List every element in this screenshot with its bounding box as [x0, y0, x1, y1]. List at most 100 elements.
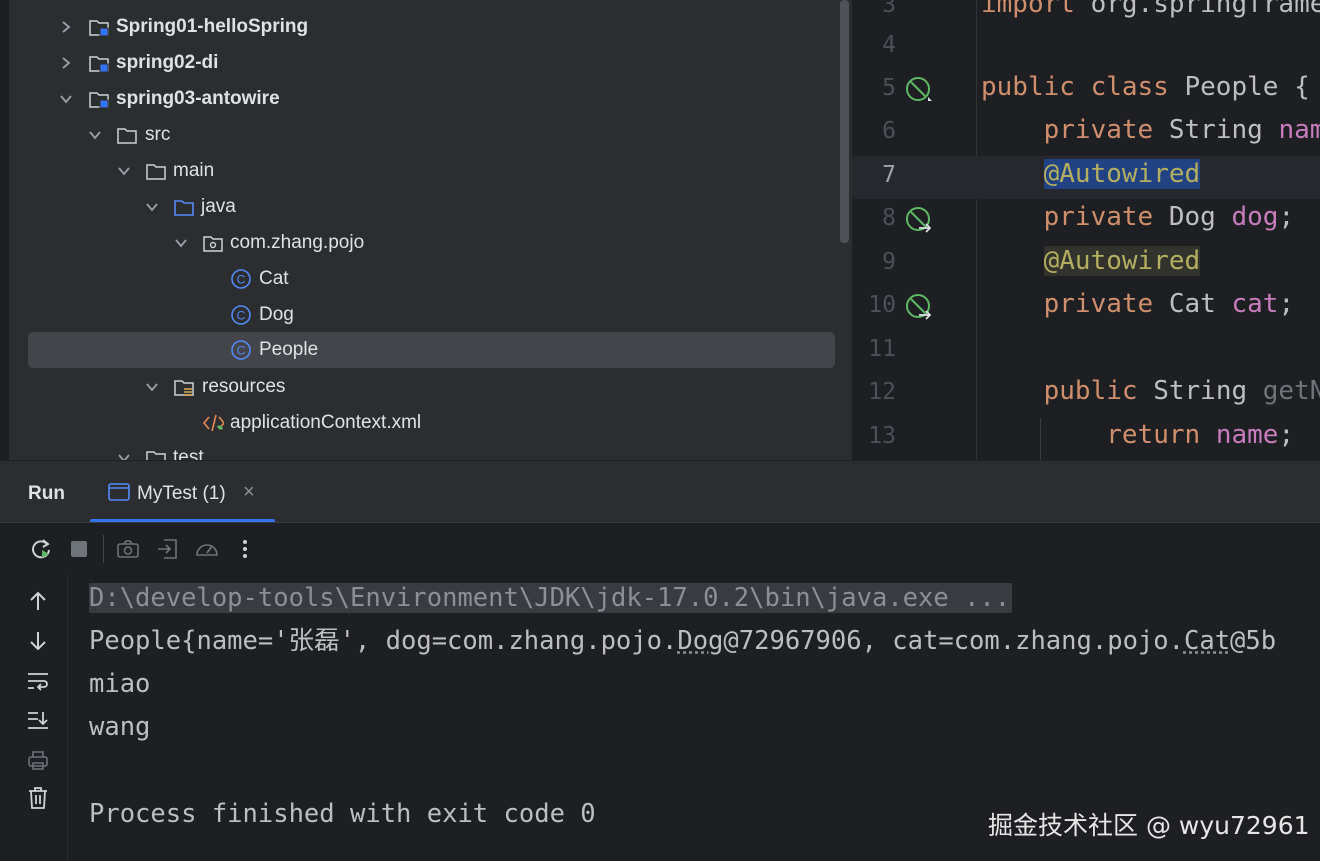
line-number: 7 — [882, 162, 896, 188]
chevron-down-icon[interactable] — [85, 125, 105, 145]
close-icon[interactable]: × — [243, 481, 255, 504]
line-number: 5 — [882, 75, 896, 101]
watermark: 掘金技术社区 @ wyu72961 — [988, 811, 1310, 840]
profiler-icon[interactable] — [193, 535, 221, 563]
trash-icon[interactable] — [24, 784, 52, 812]
console-command-line: D:\develop-tools\Environment\JDK\jdk-17.… — [89, 583, 1013, 613]
svg-text:C: C — [237, 273, 246, 287]
chevron-right-icon[interactable] — [56, 53, 76, 73]
tree-item-module-spring01[interactable]: Spring01-helloSpring — [28, 9, 835, 45]
class-link[interactable]: Dog — [677, 626, 723, 656]
class-icon: C — [230, 304, 252, 326]
tree-item-class-dog[interactable]: C Dog — [28, 297, 835, 333]
scroll-to-end-icon[interactable] — [24, 706, 52, 734]
console-line: People{name='张磊', dog=com.zhang.pojo.Dog… — [89, 626, 1277, 656]
stop-icon[interactable] — [65, 535, 93, 563]
print-icon[interactable] — [24, 746, 52, 774]
chevron-down-icon[interactable] — [142, 377, 162, 397]
autowired-navigate-icon[interactable] — [904, 292, 934, 322]
tree-item-label: spring02-di — [116, 52, 219, 73]
tab-label: MyTest (1) — [137, 483, 226, 504]
more-icon[interactable] — [231, 535, 259, 563]
rerun-icon[interactable] — [27, 535, 55, 563]
screenshot-icon[interactable] — [114, 535, 142, 563]
code-text: return name; — [1106, 420, 1295, 450]
tree-item-main[interactable]: main — [28, 153, 835, 189]
tree-item-package[interactable]: com.zhang.pojo — [28, 225, 835, 261]
folder-icon — [145, 447, 167, 460]
tree-item-label: Dog — [259, 304, 294, 325]
line-number: 12 — [868, 379, 896, 405]
tree-item-class-cat[interactable]: C Cat — [28, 261, 835, 297]
chevron-down-icon[interactable] — [142, 197, 162, 217]
bean-no-autowire-icon[interactable] — [904, 75, 934, 105]
tree-item-label: spring03-antowire — [116, 88, 280, 109]
tree-scrollbar[interactable] — [840, 0, 849, 243]
arrow-up-icon[interactable] — [24, 587, 52, 615]
chevron-down-icon[interactable] — [114, 448, 134, 460]
code-text: @Autowired — [1043, 159, 1201, 189]
restore-layout-icon[interactable] — [154, 535, 182, 563]
code-text: @Autowired — [1043, 246, 1201, 276]
editor-line: 10 private Cat cat; — [852, 286, 1320, 329]
tree-item-label: main — [173, 160, 215, 181]
tree-item-test[interactable]: test — [28, 440, 835, 460]
tree-item-label: src — [145, 124, 171, 145]
class-icon: C — [230, 339, 252, 361]
line-number: 9 — [882, 249, 896, 275]
module-folder-icon — [88, 88, 110, 110]
editor-line: 9 @Autowired — [852, 243, 1320, 286]
run-toolbar — [0, 522, 1320, 574]
editor-line: 13 return name; — [852, 417, 1320, 460]
tree-item-resources[interactable]: resources — [28, 369, 835, 405]
editor-line: 8 private Dog dog; — [852, 199, 1320, 242]
class-icon: C — [230, 268, 252, 290]
toolbar-separator — [103, 535, 104, 563]
line-number: 10 — [868, 292, 896, 318]
indent-guide — [1040, 418, 1041, 460]
tree-item-label: People — [259, 339, 319, 360]
run-title: Run — [28, 483, 65, 504]
svg-text:C: C — [237, 309, 246, 323]
line-number: 3 — [882, 0, 896, 18]
chevron-down-icon[interactable] — [171, 233, 191, 253]
run-config-icon — [108, 483, 130, 501]
console-side-toolbar — [0, 575, 68, 861]
tree-item-label: java — [201, 196, 236, 217]
tree-item-label: resources — [202, 376, 286, 397]
line-number: 11 — [868, 336, 896, 362]
code-text: private Dog dog; — [1043, 202, 1295, 232]
folder-icon — [145, 160, 167, 182]
svg-text:C: C — [237, 344, 246, 358]
resources-folder-icon — [173, 376, 195, 398]
chevron-right-icon[interactable] — [56, 17, 76, 37]
console-line: miao — [89, 669, 151, 699]
console-line-exit: Process finished with exit code 0 — [89, 799, 596, 829]
editor-line-current: 7 @Autowired — [852, 156, 1320, 199]
tree-item-label: test — [173, 447, 204, 460]
code-text: private Cat cat; — [1043, 289, 1295, 319]
code-text: public class People { — [981, 72, 1310, 102]
chevron-down-icon[interactable] — [56, 89, 76, 109]
tree-item-module-spring02[interactable]: spring02-di — [28, 45, 835, 81]
tree-item-java[interactable]: java — [28, 189, 835, 225]
tree-item-class-people[interactable]: C People — [28, 332, 835, 368]
soft-wrap-icon[interactable] — [24, 667, 52, 695]
left-stripe — [0, 0, 9, 460]
line-number: 6 — [882, 118, 896, 144]
run-tool-window-header: Run MyTest (1) × — [0, 460, 1320, 523]
class-link[interactable]: Cat — [1184, 626, 1230, 656]
code-text: import org.springframe — [981, 0, 1320, 19]
editor-line: 3 import org.springframe — [852, 0, 1320, 29]
tree-item-src[interactable]: src — [28, 117, 835, 153]
tree-item-label: applicationContext.xml — [230, 412, 422, 433]
source-folder-icon — [173, 196, 195, 218]
arrow-down-icon[interactable] — [24, 627, 52, 655]
run-tab-mytest[interactable]: MyTest (1) × — [90, 461, 275, 523]
editor-line: 6 private String nam — [852, 112, 1320, 155]
code-editor[interactable]: 3 import org.springframe 4 5 public clas… — [852, 0, 1320, 460]
chevron-down-icon[interactable] — [114, 161, 134, 181]
autowired-navigate-icon[interactable] — [904, 205, 934, 235]
tree-item-module-spring03[interactable]: spring03-antowire — [28, 81, 835, 117]
tree-item-xml[interactable]: applicationContext.xml — [28, 405, 835, 441]
